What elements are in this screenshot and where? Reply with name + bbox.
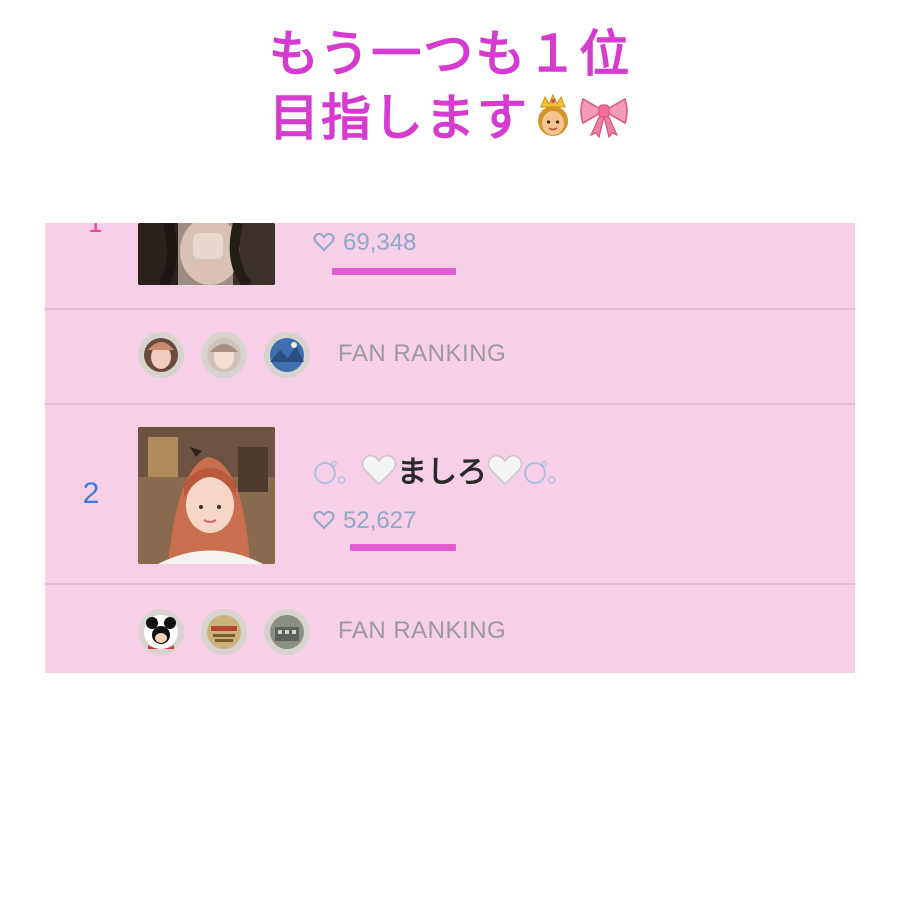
highlight-underline (332, 268, 456, 275)
rank-number: 1 (87, 223, 104, 239)
white-heart-icon (487, 454, 523, 494)
rank-number: 2 (82, 477, 100, 510)
ranking-entry-1[interactable]: 1 69,348 (45, 223, 855, 310)
fan-ranking-row-1[interactable]: FAN RANKING (45, 309, 855, 405)
fan-ranking-label[interactable]: FAN RANKING (338, 617, 506, 645)
name-deco-right: 〇゚。 (523, 460, 571, 488)
fan-ranking-row-2[interactable]: FAN RANKING (45, 585, 855, 673)
heart-icon (313, 509, 335, 537)
ranking-entry-2[interactable]: 2 〇゚。 ましろ 〇゚。 52,627 (45, 405, 855, 585)
heart-icon (313, 231, 335, 259)
entry-name-text: ましろ (397, 455, 487, 490)
ranking-panel: 1 69,348 FAN RANKING 2 〇゚。 ましろ 〇゚。 52,62… (45, 223, 855, 673)
likes-value: 52,627 (343, 507, 417, 534)
caption-line-2: 目指します (0, 86, 900, 154)
fan-avatar[interactable] (138, 332, 184, 378)
likes-count: 69,348 (313, 229, 416, 259)
name-deco-left: 〇゚。 (313, 460, 361, 488)
princess-emoji-icon (529, 90, 577, 154)
entry-name[interactable]: 〇゚。 ましろ 〇゚。 (313, 447, 571, 494)
likes-value: 69,348 (343, 229, 417, 256)
likes-count: 52,627 (313, 507, 416, 537)
caption-line-1: もう一つも１位 (268, 25, 632, 83)
fan-avatar[interactable] (264, 332, 310, 378)
fan-avatar[interactable] (201, 609, 247, 655)
entry-photo[interactable] (138, 427, 275, 564)
fan-avatar[interactable] (264, 609, 310, 655)
fan-avatar[interactable] (201, 332, 247, 378)
highlight-underline (350, 544, 456, 551)
ribbon-emoji-icon (577, 90, 631, 154)
caption-line-2-text: 目指します (269, 89, 529, 147)
entry-photo[interactable] (138, 223, 275, 285)
caption: もう一つも１位 目指します (0, 22, 900, 154)
fan-avatar[interactable] (138, 609, 184, 655)
white-heart-icon (361, 454, 397, 494)
fan-ranking-label[interactable]: FAN RANKING (338, 340, 506, 368)
